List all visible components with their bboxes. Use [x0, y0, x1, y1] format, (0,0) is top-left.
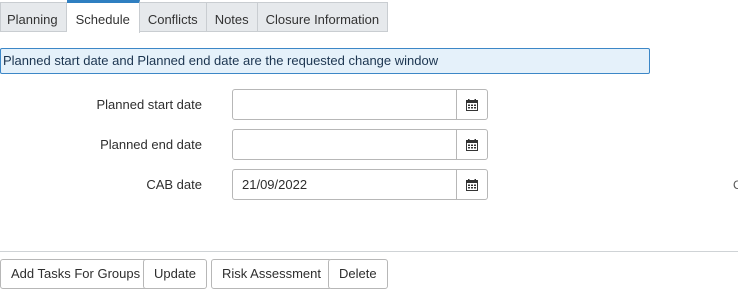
tab-schedule[interactable]: Schedule [66, 0, 140, 33]
update-button[interactable]: Update [143, 259, 207, 289]
tab-conflicts[interactable]: Conflicts [139, 2, 207, 32]
calendar-icon[interactable] [456, 130, 487, 159]
planned-end-input[interactable] [233, 130, 456, 159]
tab-closure-information[interactable]: Closure Information [257, 2, 389, 32]
planned-start-label: Planned start date [96, 97, 202, 112]
info-message: Planned start date and Planned end date … [0, 48, 650, 74]
cab-date-label: CAB date [146, 177, 202, 192]
cab-date-input[interactable] [233, 170, 456, 199]
risk-assessment-button[interactable]: Risk Assessment [211, 259, 332, 289]
calendar-icon[interactable] [456, 90, 487, 119]
clipped-text: C [733, 178, 738, 192]
delete-button[interactable]: Delete [328, 259, 388, 289]
add-tasks-for-groups-button[interactable]: Add Tasks For Groups [0, 259, 152, 289]
cab-date-field [232, 169, 488, 200]
tab-bar: Planning Schedule Conflicts Notes Closur… [0, 0, 389, 33]
planned-end-label: Planned end date [100, 137, 202, 152]
tab-planning[interactable]: Planning [0, 2, 67, 32]
divider [0, 251, 738, 252]
planned-start-field [232, 89, 488, 120]
tab-notes[interactable]: Notes [206, 2, 258, 32]
planned-end-field [232, 129, 488, 160]
calendar-icon[interactable] [456, 170, 487, 199]
planned-start-input[interactable] [233, 90, 456, 119]
